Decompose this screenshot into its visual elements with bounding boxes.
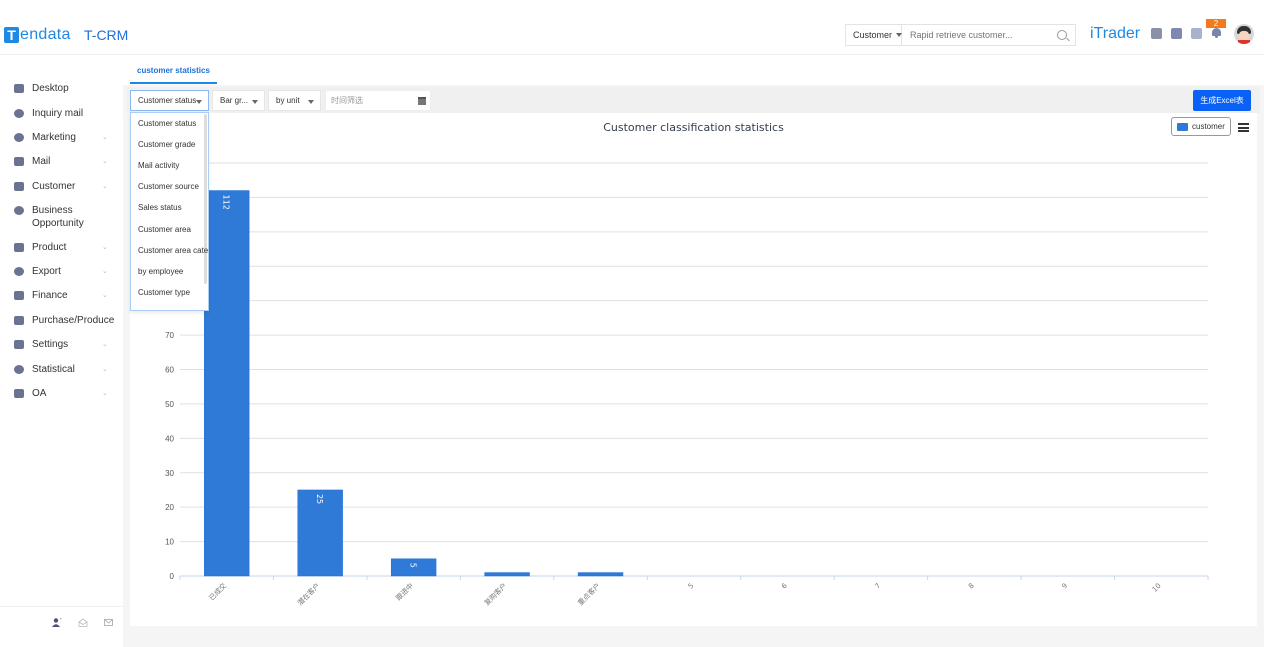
tab-bar [123, 55, 1264, 85]
chart-card: Customer classification statistics [130, 113, 1257, 626]
chart-type-select[interactable]: Bar gr... [212, 90, 265, 111]
link-icon[interactable] [1171, 28, 1182, 39]
date-filter-input[interactable]: 时间筛选 [325, 90, 431, 111]
logo[interactable]: T endata [4, 26, 71, 44]
sidebar-footer [0, 606, 123, 647]
legend-swatch [1177, 122, 1188, 131]
pie-icon [14, 365, 24, 374]
dollar-icon [14, 206, 24, 215]
product-name: T-CRM [84, 27, 129, 43]
sidebar-item-label: Inquiry mail [32, 108, 84, 119]
dimension-dropdown: Customer status Customer grade Mail activi… [130, 112, 209, 311]
inquiry-icon [14, 109, 24, 118]
tab-customer-statistics[interactable]: customer statistics [130, 66, 217, 84]
search-input[interactable] [902, 30, 1057, 40]
caret-down-icon [252, 100, 258, 104]
logo-mark: T [4, 27, 19, 43]
sidebar-item-label: Statistical [32, 364, 75, 375]
dropdown-option[interactable]: Customer grade [138, 138, 195, 152]
mail-icon [14, 157, 24, 166]
gear-icon [14, 340, 24, 349]
sidebar-item-label: Settings [32, 339, 69, 350]
dropdown-option[interactable]: Customer area [138, 223, 191, 237]
unit-select[interactable]: by unit [268, 90, 321, 111]
dropdown-scrollbar[interactable] [204, 114, 207, 284]
sidebar-item-label: Business Opportunity [32, 205, 84, 229]
sidebar-item-label: Desktop [32, 83, 69, 94]
chart-title: Customer classification statistics [603, 121, 784, 134]
sidebar-item-label: Product [32, 242, 67, 253]
chevron-down-icon[interactable]: ⌄ [102, 182, 108, 190]
globe-icon [14, 267, 24, 276]
search-type-select[interactable]: Customer [846, 25, 903, 45]
avatar[interactable] [1234, 24, 1254, 44]
chevron-down-icon[interactable]: ⌄ [102, 291, 108, 299]
dropdown-option[interactable]: Customer status [138, 117, 196, 131]
itrader-link[interactable]: iTrader [1090, 25, 1140, 43]
dropdown-option[interactable]: Customer area cate [138, 244, 208, 258]
top-bar: T endata T-CRM Customer iTrader 2 [0, 0, 1264, 55]
chevron-down-icon[interactable]: ⌄ [102, 133, 108, 141]
legend-item-customer[interactable]: customer [1171, 117, 1231, 136]
translate-icon[interactable] [1191, 28, 1202, 39]
dropdown-option[interactable]: Sales status [138, 201, 182, 215]
sidebar-item-label: Marketing [32, 132, 76, 143]
dimension-select-value: Customer status [138, 96, 197, 105]
chart-type-value: Bar gr... [220, 96, 249, 105]
chevron-down-icon[interactable]: ⌄ [102, 340, 108, 348]
dropdown-option[interactable]: Mail activity [138, 159, 179, 173]
notification-badge: 2 [1206, 19, 1226, 28]
search-icon[interactable] [1057, 30, 1067, 40]
apps-icon[interactable] [1151, 28, 1162, 39]
hamburger-menu-icon[interactable] [1238, 123, 1249, 132]
unit-value: by unit [276, 96, 300, 105]
calendar-icon[interactable] [418, 97, 426, 105]
customer-icon [14, 182, 24, 191]
search-type-label: Customer [853, 30, 893, 40]
sidebar-item-label: Export [32, 266, 61, 277]
date-filter-placeholder: 时间筛选 [331, 96, 363, 105]
sidebar-item-label: Purchase/Produce [32, 315, 115, 326]
cart-icon [14, 316, 24, 325]
caret-down-icon [308, 100, 314, 104]
inbox-icon[interactable] [78, 618, 88, 627]
caret-down-icon [196, 100, 202, 104]
dimension-select[interactable]: Customer status [130, 90, 209, 111]
sidebar-item-label: OA [32, 388, 47, 399]
sidebar-item-label: Finance [32, 290, 68, 301]
sidebar-item-label: Mail [32, 156, 51, 167]
bell-icon[interactable] [1211, 27, 1222, 39]
add-user-icon[interactable] [52, 618, 62, 627]
chevron-down-icon[interactable]: ⌄ [102, 365, 108, 373]
logo-word: endata [20, 26, 71, 43]
chevron-down-icon[interactable]: ⌄ [102, 157, 108, 165]
search-box: Customer [845, 24, 1076, 46]
chevron-down-icon[interactable]: ⌄ [102, 267, 108, 275]
mail-edit-icon[interactable] [104, 618, 114, 627]
sidebar-item-label: Customer [32, 181, 76, 192]
export-excel-button[interactable]: 生成Excel表 [1193, 90, 1251, 111]
finance-icon [14, 291, 24, 300]
chevron-down-icon[interactable]: ⌄ [102, 243, 108, 251]
chevron-down-icon[interactable]: ⌄ [102, 389, 108, 397]
dropdown-option[interactable]: Customer type [138, 286, 190, 300]
dropdown-option-partial[interactable]: ···· [138, 307, 149, 310]
oa-icon [14, 389, 24, 398]
product-icon [14, 243, 24, 252]
legend-label: customer [1192, 122, 1225, 131]
desktop-icon [14, 84, 24, 93]
dropdown-option[interactable]: by employee [138, 265, 183, 279]
marketing-icon [14, 133, 24, 142]
dropdown-option[interactable]: Customer source [138, 180, 199, 194]
